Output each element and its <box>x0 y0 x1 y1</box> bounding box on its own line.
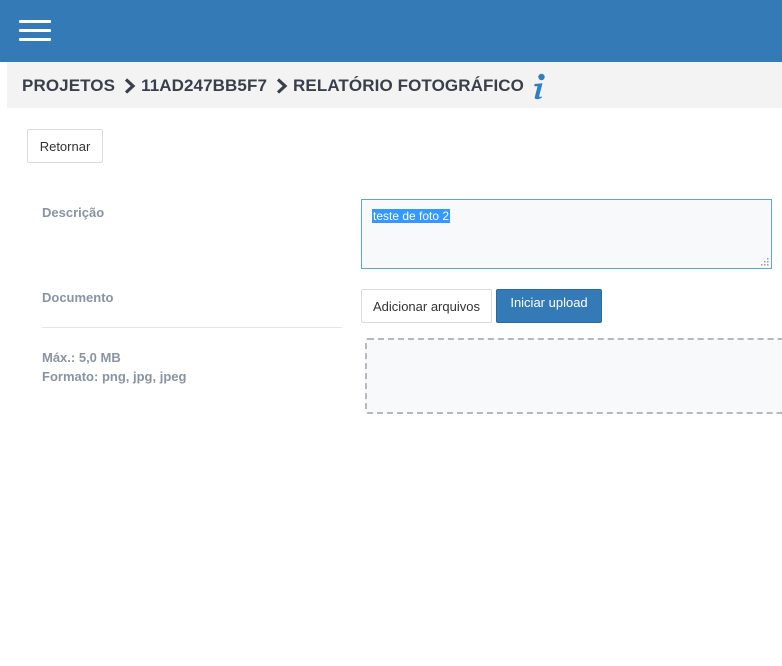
breadcrumb-item-project-id[interactable]: 11AD247BB5F7 <box>141 76 267 96</box>
chevron-right-icon <box>124 78 136 94</box>
breadcrumb-bar: PROJETOS 11AD247BB5F7 RELATÓRIO FOTOGRÁF… <box>7 62 782 108</box>
breadcrumb: PROJETOS 11AD247BB5F7 RELATÓRIO FOTOGRÁF… <box>22 73 546 100</box>
info-icon[interactable] <box>532 73 546 101</box>
add-files-button[interactable]: Adicionar arquivos <box>361 289 492 323</box>
resize-grip-icon[interactable] <box>760 257 769 266</box>
start-upload-button[interactable]: Iniciar upload <box>496 289 602 323</box>
divider <box>42 327 342 328</box>
document-label: Documento <box>42 290 114 305</box>
format-hint: Formato: png, jpg, jpeg <box>42 369 187 384</box>
breadcrumb-item-projetos[interactable]: PROJETOS <box>22 76 115 96</box>
breadcrumb-item-current: RELATÓRIO FOTOGRÁFICO <box>293 76 524 95</box>
description-textarea[interactable]: teste de foto 2 <box>361 199 772 269</box>
top-header-bar <box>0 0 782 62</box>
description-label: Descrição <box>42 205 105 220</box>
description-text: teste de foto 2 <box>372 209 451 223</box>
file-dropzone[interactable] <box>365 338 782 414</box>
max-size-hint: Máx.: 5,0 MB <box>42 350 121 365</box>
back-button[interactable]: Retornar <box>27 129 103 163</box>
chevron-right-icon <box>276 78 288 94</box>
hamburger-menu-icon[interactable] <box>19 20 52 44</box>
